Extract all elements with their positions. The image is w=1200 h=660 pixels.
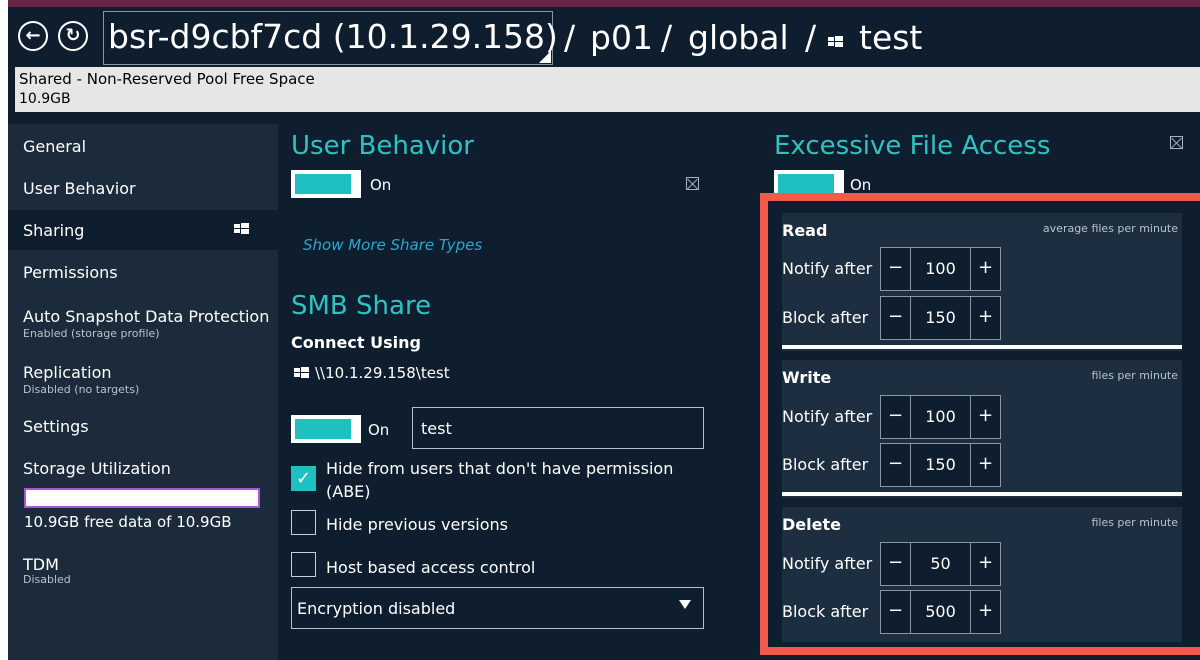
sidebar-item-settings[interactable]: Settings bbox=[8, 406, 278, 446]
encryption-value: Encryption disabled bbox=[297, 599, 456, 618]
highlight-box bbox=[760, 193, 1200, 655]
toggle-fill bbox=[295, 174, 351, 194]
dropdown-arrow-icon bbox=[679, 600, 691, 609]
breadcrumb-container[interactable]: global bbox=[688, 13, 789, 63]
sidebar-item-label: Permissions bbox=[23, 263, 118, 282]
toggle-fill bbox=[295, 419, 351, 439]
excessive-file-access-toggle-label: On bbox=[850, 176, 872, 194]
sidebar-item-label: Sharing bbox=[23, 221, 85, 240]
pool-free-space-label: Shared - Non-Reserved Pool Free Space bbox=[19, 70, 315, 88]
user-behavior-toggle[interactable] bbox=[291, 170, 361, 198]
collapse-icon[interactable] bbox=[1170, 136, 1183, 149]
server-name: bsr-d9cbf7cd (10.1.29.158) bbox=[108, 17, 558, 56]
sidebar-item-sublabel: Disabled bbox=[23, 573, 71, 586]
sidebar-item-sharing[interactable]: Sharing bbox=[8, 210, 278, 250]
back-icon[interactable]: ← bbox=[18, 21, 48, 51]
host-access-control-label: Host based access control bbox=[326, 558, 536, 577]
sidebar-item-replication[interactable]: Replication Disabled (no targets) bbox=[8, 352, 278, 400]
header: ← ↻ bsr-d9cbf7cd (10.1.29.158) / p01 / g… bbox=[8, 7, 1200, 65]
title-stripe bbox=[8, 0, 1200, 7]
sidebar-item-label: User Behavior bbox=[23, 179, 136, 198]
smb-unc-path: \\10.1.29.158\test bbox=[315, 364, 450, 382]
sidebar-item-label: General bbox=[23, 137, 87, 156]
server-selector[interactable]: bsr-d9cbf7cd (10.1.29.158) bbox=[103, 11, 558, 65]
hide-previous-versions-checkbox[interactable] bbox=[291, 510, 316, 535]
hide-previous-versions-label: Hide previous versions bbox=[326, 515, 508, 534]
sidebar-item-sublabel: Disabled (no targets) bbox=[23, 383, 140, 396]
checkmark-icon: ✓ bbox=[296, 468, 312, 489]
abe-label-line2: (ABE) bbox=[326, 482, 371, 501]
app-window: ← ↻ bsr-d9cbf7cd (10.1.29.158) / p01 / g… bbox=[8, 0, 1200, 660]
sidebar-item-general[interactable]: General bbox=[8, 126, 278, 166]
user-behavior-title: User Behavior bbox=[291, 131, 474, 161]
pool-free-space-value: 10.9GB bbox=[19, 91, 71, 107]
smb-share-title: SMB Share bbox=[291, 291, 432, 321]
sidebar-item-label: Auto Snapshot Data Protection bbox=[23, 307, 270, 326]
toggle-fill bbox=[778, 174, 834, 194]
sidebar-item-tdm[interactable]: TDM Disabled bbox=[8, 544, 278, 592]
excessive-file-access-title: Excessive File Access bbox=[774, 131, 1051, 161]
windows-icon bbox=[828, 36, 843, 48]
windows-icon bbox=[234, 223, 249, 235]
storage-utilization-text: 10.9GB free data of 10.9GB bbox=[24, 513, 232, 531]
host-access-control-checkbox[interactable] bbox=[291, 552, 316, 577]
pool-free-space-bar: Shared - Non-Reserved Pool Free Space 10… bbox=[15, 67, 1200, 112]
sidebar-item-user-behavior[interactable]: User Behavior bbox=[8, 168, 278, 208]
user-behavior-toggle-label: On bbox=[370, 176, 392, 194]
sidebar-item-sublabel: Enabled (storage profile) bbox=[23, 327, 160, 340]
breadcrumb-separator: / bbox=[564, 18, 576, 57]
storage-utilization-bar bbox=[24, 488, 260, 508]
sidebar-item-permissions[interactable]: Permissions bbox=[8, 252, 278, 292]
connect-using-label: Connect Using bbox=[291, 333, 421, 352]
refresh-icon[interactable]: ↻ bbox=[58, 21, 88, 51]
sidebar-item-label: Storage Utilization bbox=[23, 459, 171, 478]
smb-share-toggle[interactable] bbox=[291, 415, 361, 443]
smb-share-toggle-label: On bbox=[368, 421, 390, 439]
sidebar-item-label: TDM bbox=[23, 555, 59, 574]
abe-checkbox[interactable]: ✓ bbox=[291, 466, 316, 491]
breadcrumb-share: test bbox=[859, 18, 923, 57]
windows-icon bbox=[294, 367, 309, 379]
collapse-icon[interactable] bbox=[686, 177, 699, 190]
breadcrumb-pool[interactable]: p01 bbox=[590, 13, 653, 63]
sidebar-item-storage-utilization[interactable]: Storage Utilization bbox=[8, 448, 278, 488]
sidebar-item-label: Replication bbox=[23, 363, 112, 382]
breadcrumb-separator: / bbox=[805, 18, 817, 57]
share-name-input[interactable] bbox=[412, 407, 704, 449]
abe-label: Hide from users that don't have permissi… bbox=[326, 459, 674, 478]
encryption-select[interactable]: Encryption disabled bbox=[291, 587, 704, 629]
breadcrumb-separator: / bbox=[661, 18, 673, 57]
show-more-share-types-link[interactable]: Show More Share Types bbox=[303, 236, 482, 254]
sidebar-item-auto-snapshot[interactable]: Auto Snapshot Data Protection Enabled (s… bbox=[8, 296, 278, 344]
sidebar: General User Behavior Sharing Permission… bbox=[8, 124, 278, 660]
dropdown-corner-icon bbox=[539, 51, 551, 63]
sidebar-item-label: Settings bbox=[23, 417, 89, 436]
